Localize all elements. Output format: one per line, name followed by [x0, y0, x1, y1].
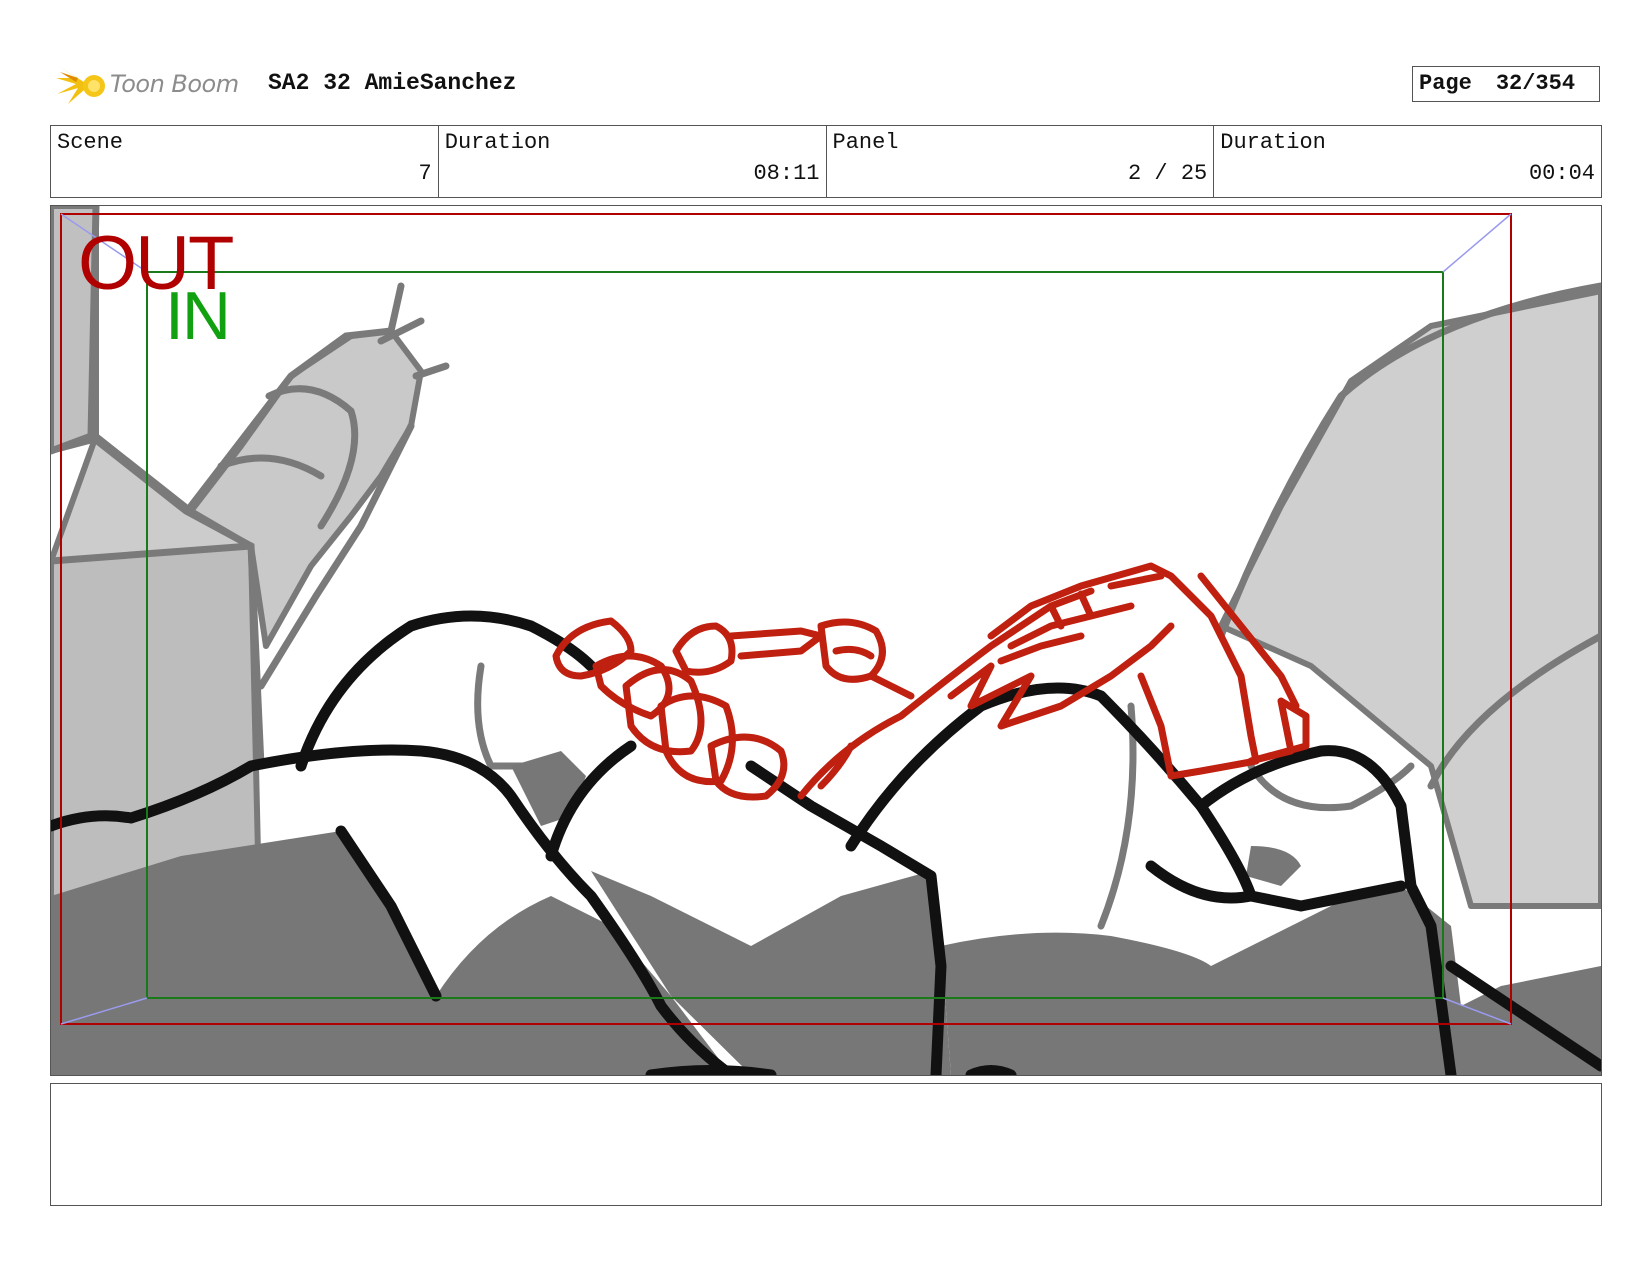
toon-boom-logo: Toon Boom — [54, 60, 254, 110]
panel-duration-value: 00:04 — [1528, 161, 1595, 186]
panel-label: Panel — [832, 130, 899, 155]
panel-notes-area — [50, 1083, 1602, 1206]
logo-text: Toon Boom — [110, 70, 239, 98]
scene-label: Scene — [57, 130, 124, 155]
panel-sketch — [51, 206, 1601, 1075]
scene-duration-cell: Duration 08:11 — [439, 126, 827, 197]
panel-cell: Panel 2 / 25 — [827, 126, 1215, 197]
panel-value: 2 / 25 — [1128, 161, 1208, 186]
scene-cell: Scene 7 — [51, 126, 439, 197]
scene-duration-value: 08:11 — [753, 161, 820, 186]
page-number: 32/354 — [1495, 71, 1576, 96]
in-frame-label: IN — [165, 278, 231, 354]
page-indicator: Page 32/354 — [1412, 66, 1600, 102]
scene-duration-label: Duration — [444, 130, 551, 155]
storyboard-panel-image: OUT IN — [50, 205, 1602, 1076]
panel-duration-cell: Duration 00:04 — [1214, 126, 1601, 197]
toon-boom-star-icon — [56, 66, 105, 104]
storyboard-title: SA2 32 AmieSanchez — [268, 70, 517, 96]
panel-duration-label: Duration — [1220, 130, 1326, 155]
page-label: Page — [1419, 71, 1472, 96]
panel-info-bar: Scene 7 Duration 08:11 Panel 2 / 25 Dura… — [50, 125, 1602, 198]
scene-value: 7 — [418, 161, 432, 186]
red-character-sketch — [552, 562, 1310, 801]
storyboard-header: Toon Boom SA2 32 AmieSanchez Page 32/354 — [50, 60, 1602, 110]
